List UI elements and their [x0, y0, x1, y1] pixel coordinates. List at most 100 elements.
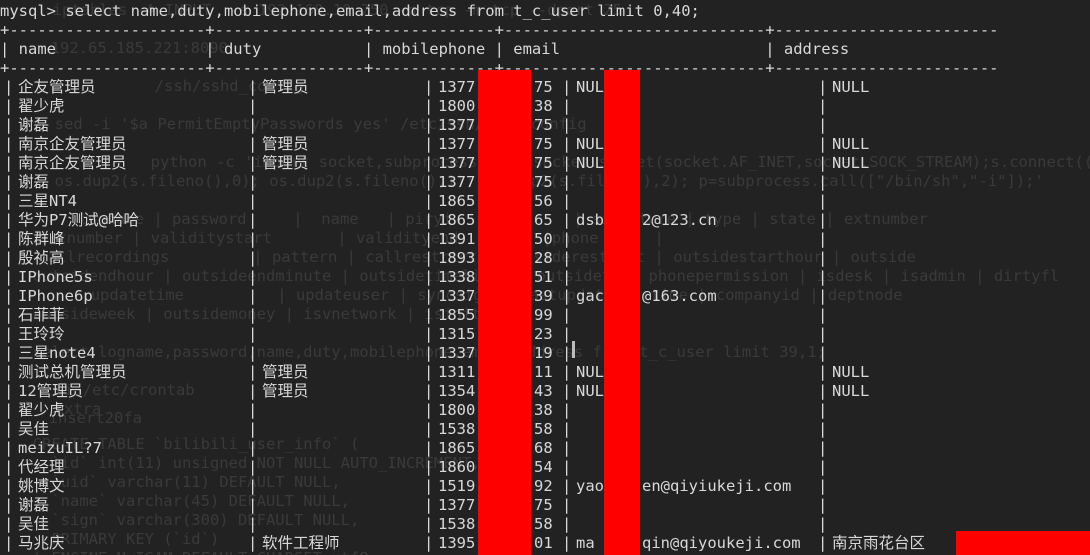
cell-name: 谢磊	[18, 116, 50, 134]
table-row-pipe: |	[424, 116, 434, 134]
table-row-pipe: |	[248, 401, 258, 419]
cell-phone-suffix: 92	[534, 477, 553, 495]
cell-email-tail: @163.com	[642, 287, 717, 305]
cell-phone-suffix: 75	[534, 135, 553, 153]
table-row-pipe: |	[4, 268, 14, 286]
table-row-pipe: |	[818, 154, 828, 172]
table-row-pipe: |	[4, 173, 14, 191]
cell-name: 企友管理员	[18, 78, 96, 96]
table-row-pipe: |	[424, 515, 434, 533]
table-row-pipe: |	[424, 382, 434, 400]
cell-name: 谢磊	[18, 173, 50, 191]
cell-email-head: yao	[576, 477, 604, 495]
table-row-pipe: |	[818, 306, 828, 324]
redaction-bar-phone	[478, 70, 531, 555]
table-row-pipe: |	[424, 344, 434, 362]
cell-phone-suffix: 68	[534, 439, 553, 457]
table-row-pipe: |	[818, 268, 828, 286]
table-row-pipe: |	[248, 173, 258, 191]
cell-phone-prefix: 1519	[438, 477, 476, 495]
cell-name: IPhone6p	[18, 287, 93, 305]
cell-email-tail: qin@qiyoukeji.com	[642, 534, 801, 552]
table-row-pipe: |	[4, 154, 14, 172]
table-row-pipe: |	[562, 401, 572, 419]
table-separator-top: +---------------------+----------------+…	[0, 21, 999, 39]
table-row-pipe: |	[424, 135, 434, 153]
table-row-pipe: |	[248, 78, 258, 96]
table-row-pipe: |	[562, 306, 572, 324]
table-row-pipe: |	[562, 420, 572, 438]
table-row-pipe: |	[4, 211, 14, 229]
table-row-pipe: |	[4, 230, 14, 248]
table-row-pipe: |	[818, 515, 828, 533]
cell-phone-suffix: 19	[534, 344, 553, 362]
cell-name: 吴佳	[18, 420, 50, 438]
cell-name: 王玲玲	[18, 325, 65, 343]
table-header-row: | name | duty | mobilephone | email | ad…	[0, 40, 850, 58]
table-row-pipe: |	[248, 116, 258, 134]
cell-phone-prefix: 1338	[438, 268, 476, 286]
table-row-pipe: |	[4, 78, 14, 96]
cell-phone-suffix: 56	[534, 192, 553, 210]
table-row-pipe: |	[818, 192, 828, 210]
table-row-pipe: |	[424, 287, 434, 305]
cell-phone-suffix: 38	[534, 401, 553, 419]
table-row-pipe: |	[248, 477, 258, 495]
cell-phone-suffix: 75	[534, 154, 553, 172]
cell-phone-prefix: 1865	[438, 211, 476, 229]
table-row-pipe: |	[4, 401, 14, 419]
table-row-pipe: |	[4, 458, 14, 476]
table-row-pipe: |	[424, 458, 434, 476]
cell-phone-suffix: 50	[534, 230, 553, 248]
cell-phone-prefix: 1865	[438, 192, 476, 210]
table-row-pipe: |	[4, 515, 14, 533]
cell-phone-prefix: 1893	[438, 249, 476, 267]
cell-name: IPhone5s	[18, 268, 93, 286]
table-row-pipe: |	[248, 135, 258, 153]
cell-phone-prefix: 1377	[438, 78, 476, 96]
table-row-pipe: |	[818, 211, 828, 229]
terminal-window[interactable]: iptables -A INPUT -s 192.168.10.250 -p t…	[0, 0, 1090, 555]
table-row-pipe: |	[4, 534, 14, 552]
table-row-pipe: |	[818, 363, 828, 381]
cell-phone-prefix: 1395	[438, 534, 476, 552]
cell-email-head: NUL	[576, 363, 604, 381]
cell-name: 南京企友管理员	[18, 154, 127, 172]
table-row-pipe: |	[248, 382, 258, 400]
cell-phone-prefix: 1377	[438, 135, 476, 153]
table-row-pipe: |	[818, 97, 828, 115]
table-row-pipe: |	[818, 439, 828, 457]
table-row-pipe: |	[818, 78, 828, 96]
table-row-pipe: |	[562, 116, 572, 134]
table-row-pipe: |	[818, 116, 828, 134]
table-row-pipe: |	[818, 173, 828, 191]
table-row-pipe: |	[424, 78, 434, 96]
table-row-pipe: |	[818, 420, 828, 438]
table-row-pipe: |	[424, 211, 434, 229]
table-row-pipe: |	[248, 154, 258, 172]
cell-phone-prefix: 1315	[438, 325, 476, 343]
cell-duty: 管理员	[262, 363, 309, 381]
table-row-pipe: |	[562, 325, 572, 343]
table-row-pipe: |	[818, 496, 828, 514]
cell-name: 华为P7测试@哈哈	[18, 211, 139, 229]
cell-address: NULL	[832, 382, 870, 400]
table-row-pipe: |	[562, 211, 572, 229]
table-row-pipe: |	[818, 287, 828, 305]
cell-phone-suffix: 65	[534, 211, 553, 229]
table-row-pipe: |	[4, 135, 14, 153]
table-row-pipe: |	[4, 192, 14, 210]
table-row-pipe: |	[818, 230, 828, 248]
table-row-pipe: |	[4, 306, 14, 324]
table-row-pipe: |	[248, 439, 258, 457]
cell-name: 南京企友管理员	[18, 135, 127, 153]
table-row-pipe: |	[818, 325, 828, 343]
table-row-pipe: |	[818, 401, 828, 419]
cell-name: 三星NT4	[18, 192, 77, 210]
table-row-pipe: |	[248, 230, 258, 248]
table-row-pipe: |	[248, 344, 258, 362]
table-row-pipe: |	[562, 97, 572, 115]
cell-phone-suffix: 11	[534, 363, 553, 381]
table-row-pipe: |	[4, 382, 14, 400]
cell-duty: 管理员	[262, 382, 309, 400]
